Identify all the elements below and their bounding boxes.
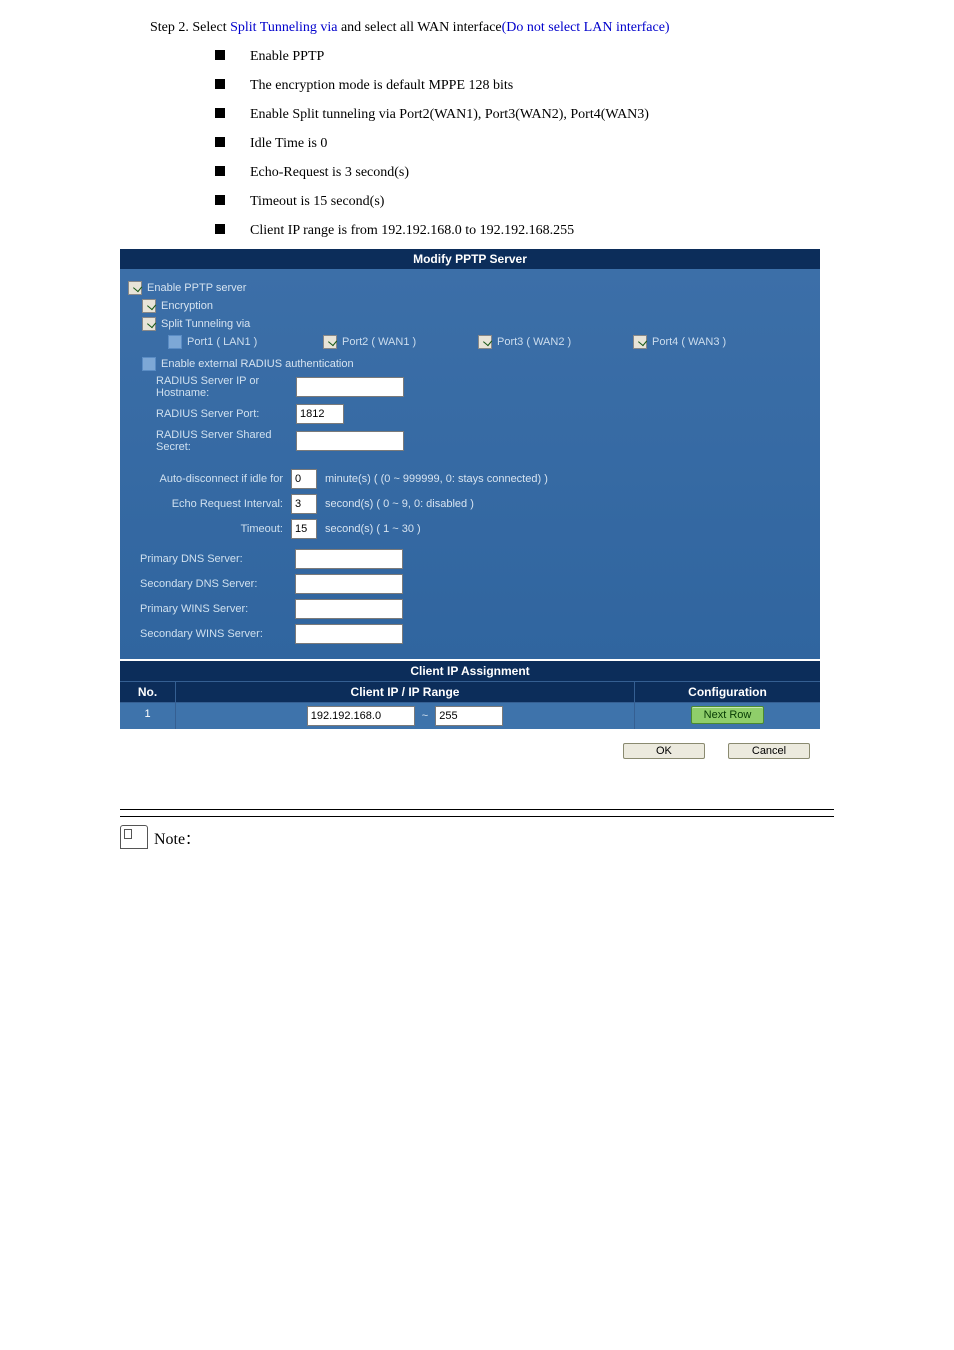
cia-ip-cell: ~: [176, 703, 635, 729]
list-item: Client IP range is from 192.192.168.0 to…: [215, 220, 894, 239]
port1-label: Port1 ( LAN1 ): [187, 336, 257, 348]
encryption-row: Encryption: [142, 299, 812, 313]
secondary-dns-label: Secondary DNS Server:: [128, 578, 295, 590]
encryption-checkbox[interactable]: [142, 299, 156, 313]
radius-ip-label: RADIUS Server IP or Hostname:: [156, 375, 296, 399]
port-selection-row: Port1 ( LAN1 ) Port2 ( WAN1 ) Port3 ( WA…: [168, 335, 812, 349]
client-ip-assignment: Client IP Assignment No. Client IP / IP …: [120, 661, 820, 729]
square-bullet-icon: [215, 166, 225, 176]
cia-header-ip: Client IP / IP Range: [176, 682, 635, 702]
secondary-wins-input[interactable]: [295, 624, 403, 644]
note-icon: [120, 825, 148, 849]
square-bullet-icon: [215, 79, 225, 89]
port4-option: Port4 ( WAN3 ): [633, 335, 788, 349]
radius-port-input[interactable]: [296, 404, 344, 424]
footer-divider-2: [120, 816, 834, 817]
radius-settings: RADIUS Server IP or Hostname: RADIUS Ser…: [156, 375, 812, 453]
range-separator: ~: [422, 710, 428, 722]
square-bullet-icon: [215, 50, 225, 60]
timeout-hint: second(s) ( 1 ~ 30 ): [325, 523, 421, 535]
split-tunneling-row: Split Tunneling via: [142, 317, 812, 331]
idle-input[interactable]: [291, 469, 317, 489]
cia-ip-end-input[interactable]: [435, 706, 503, 726]
bullet-list: Enable PPTP The encryption mode is defau…: [215, 46, 894, 239]
next-row-button[interactable]: Next Row: [691, 706, 765, 724]
cia-header-config: Configuration: [635, 682, 820, 702]
step-text-2: and select all WAN interface: [337, 20, 501, 35]
dns-wins-settings: Primary DNS Server: Secondary DNS Server…: [128, 549, 812, 644]
primary-dns-input[interactable]: [295, 549, 403, 569]
cia-config-cell: Next Row: [635, 703, 820, 729]
panel-title: Modify PPTP Server: [120, 249, 820, 269]
step-number: Step 2.: [150, 20, 189, 35]
radius-port-label: RADIUS Server Port:: [156, 408, 296, 420]
split-tunneling-checkbox[interactable]: [142, 317, 156, 331]
list-item: Timeout is 15 second(s): [215, 191, 894, 210]
step-2-paragraph: Step 2. Select Split Tunneling via and s…: [150, 20, 894, 36]
square-bullet-icon: [215, 224, 225, 234]
timeout-label: Timeout:: [128, 523, 291, 535]
echo-hint: second(s) ( 0 ~ 9, 0: disabled ): [325, 498, 474, 510]
port3-option: Port3 ( WAN2 ): [478, 335, 633, 349]
cia-table-header: No. Client IP / IP Range Configuration: [120, 681, 820, 702]
square-bullet-icon: [215, 137, 225, 147]
enable-pptp-label: Enable PPTP server: [147, 282, 246, 294]
echo-label: Echo Request Interval:: [128, 498, 291, 510]
cia-row-number: 1: [120, 703, 176, 729]
list-item: Idle Time is 0: [215, 133, 894, 152]
cia-ip-start-input[interactable]: [307, 706, 415, 726]
note-colon: ：: [185, 829, 199, 849]
port2-checkbox[interactable]: [323, 335, 337, 349]
port4-checkbox[interactable]: [633, 335, 647, 349]
timeout-input[interactable]: [291, 519, 317, 539]
cia-table-row: 1 ~ Next Row: [120, 702, 820, 729]
secondary-dns-input[interactable]: [295, 574, 403, 594]
port1-checkbox[interactable]: [168, 335, 182, 349]
list-item: Enable Split tunneling via Port2(WAN1), …: [215, 104, 894, 123]
primary-wins-input[interactable]: [295, 599, 403, 619]
idle-hint: minute(s) ( (0 ~ 999999, 0: stays connec…: [325, 473, 548, 485]
radius-ip-input[interactable]: [296, 377, 404, 397]
port3-label: Port3 ( WAN2 ): [497, 336, 571, 348]
note-row: Note ：: [120, 825, 894, 849]
radius-enable-label: Enable external RADIUS authentication: [161, 358, 354, 370]
radius-secret-label: RADIUS Server Shared Secret:: [156, 429, 296, 453]
list-item: The encryption mode is default MPPE 128 …: [215, 75, 894, 94]
secondary-wins-label: Secondary WINS Server:: [128, 628, 295, 640]
port3-checkbox[interactable]: [478, 335, 492, 349]
list-item: Echo-Request is 3 second(s): [215, 162, 894, 181]
port1-option: Port1 ( LAN1 ): [168, 335, 323, 349]
cia-header-no: No.: [120, 682, 176, 702]
split-tunneling-label: Split Tunneling via: [161, 318, 250, 330]
timing-settings: Auto-disconnect if idle for minute(s) ( …: [128, 469, 812, 539]
step-emph-2: (Do not select LAN interface): [502, 20, 670, 35]
echo-input[interactable]: [291, 494, 317, 514]
primary-wins-label: Primary WINS Server:: [128, 603, 295, 615]
step-text-1: Select: [189, 20, 230, 35]
idle-label: Auto-disconnect if idle for: [128, 473, 291, 485]
square-bullet-icon: [215, 108, 225, 118]
enable-pptp-checkbox[interactable]: [128, 281, 142, 295]
cancel-button[interactable]: Cancel: [728, 743, 810, 759]
encryption-label: Encryption: [161, 300, 213, 312]
dialog-buttons: OK Cancel: [120, 743, 820, 759]
enable-pptp-row: Enable PPTP server: [128, 281, 812, 295]
port2-label: Port2 ( WAN1 ): [342, 336, 416, 348]
step-emph-1: Split Tunneling via: [230, 20, 337, 35]
note-label: Note: [154, 831, 185, 849]
radius-enable-row: Enable external RADIUS authentication: [142, 357, 812, 371]
radius-enable-checkbox[interactable]: [142, 357, 156, 371]
ok-button[interactable]: OK: [623, 743, 705, 759]
list-item: Enable PPTP: [215, 46, 894, 65]
port4-label: Port4 ( WAN3 ): [652, 336, 726, 348]
port2-option: Port2 ( WAN1 ): [323, 335, 478, 349]
cia-title: Client IP Assignment: [120, 661, 820, 681]
primary-dns-label: Primary DNS Server:: [128, 553, 295, 565]
pptp-server-panel: Modify PPTP Server Enable PPTP server En…: [120, 249, 820, 759]
panel-body: Enable PPTP server Encryption Split Tunn…: [120, 269, 820, 659]
footer-divider: [120, 809, 834, 810]
square-bullet-icon: [215, 195, 225, 205]
radius-secret-input[interactable]: [296, 431, 404, 451]
